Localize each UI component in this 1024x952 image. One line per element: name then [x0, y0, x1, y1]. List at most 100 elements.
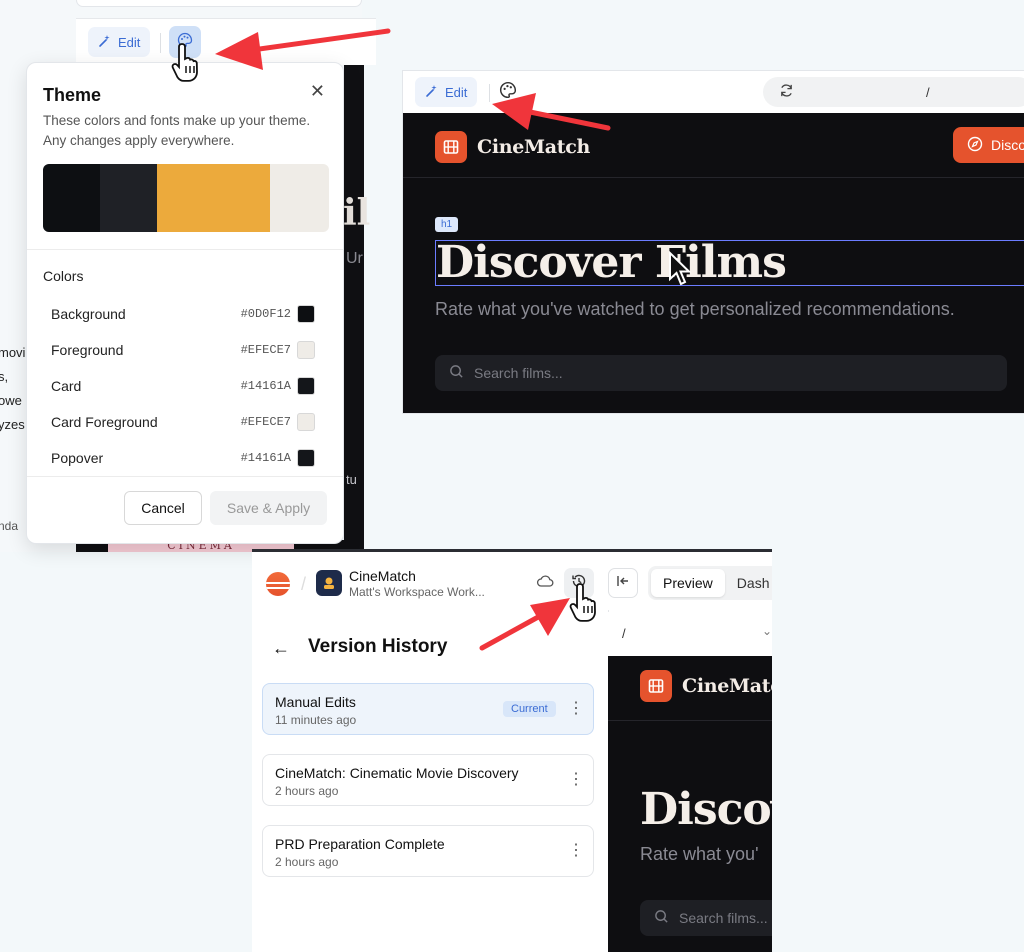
brand-name: CineMatch: [477, 136, 591, 158]
mouse-pointer-icon: [669, 251, 692, 286]
app-preview: CineMatch Discov Rate what you' Search f…: [608, 656, 772, 952]
toolbar-divider: [160, 33, 161, 53]
wand-icon: [98, 34, 112, 51]
compass-icon: [967, 136, 983, 155]
theme-popover: Theme ✕ These colors and fonts make up y…: [26, 62, 344, 544]
color-label: Popover: [51, 450, 104, 466]
version-title: Manual Edits: [275, 694, 356, 710]
version-card[interactable]: CineMatch: Cinematic Movie Discovery 2 h…: [262, 754, 594, 806]
url-path: /: [622, 626, 626, 641]
colors-heading: Colors: [43, 268, 84, 284]
url-bar[interactable]: / ⌄: [608, 612, 772, 656]
bg-text-fragment: tu: [346, 472, 357, 487]
search-placeholder: Search films...: [474, 365, 563, 381]
close-icon[interactable]: ✕: [310, 81, 325, 102]
search-placeholder: Search films...: [679, 910, 768, 926]
color-label: Card Foreground: [51, 414, 158, 430]
wand-icon: [425, 84, 439, 101]
page-heading[interactable]: Discover Films: [436, 237, 787, 288]
search-input[interactable]: Search films...: [435, 355, 1007, 391]
logo-stripe: [266, 582, 290, 584]
brand[interactable]: CineMatch: [640, 670, 772, 702]
app-logo-icon[interactable]: [266, 572, 290, 596]
color-row-card-foreground[interactable]: Card Foreground #EFECE7: [51, 410, 315, 434]
version-history-screenshot: / CineMatch Matt's Workspace Work... Pre…: [252, 552, 772, 952]
color-hex: #EFECE7: [240, 343, 291, 357]
version-time: 2 hours ago: [275, 855, 339, 869]
tab-preview[interactable]: Preview: [651, 569, 725, 597]
search-icon: [449, 364, 464, 382]
theme-description: These colors and fonts make up your them…: [43, 113, 311, 148]
bg-text-fragment: movi: [0, 345, 26, 360]
workspace-name: Matt's Workspace Work...: [349, 585, 485, 599]
more-options-icon[interactable]: ⋮: [568, 769, 584, 789]
color-row-popover[interactable]: Popover #14161A: [51, 446, 315, 470]
film-icon: [640, 670, 672, 702]
page-subtitle: Rate what you': [640, 844, 759, 864]
divider: [608, 720, 772, 721]
url-bar[interactable]: /: [763, 77, 1024, 107]
discover-label: Disco: [991, 137, 1024, 153]
color-row-background[interactable]: Background #0D0F12: [51, 302, 315, 326]
bg-text-fragment: nda: [0, 519, 19, 533]
color-chip[interactable]: [297, 413, 315, 431]
divider: [27, 249, 343, 250]
discover-button[interactable]: Disco: [953, 127, 1024, 163]
collapse-left-icon: [616, 574, 630, 593]
brand-name: CineMatch: [682, 675, 772, 697]
version-card[interactable]: Manual Edits 11 minutes ago Current ⋮: [262, 683, 594, 735]
color-label: Foreground: [51, 342, 124, 358]
color-label: Background: [51, 306, 126, 322]
version-card[interactable]: PRD Preparation Complete 2 hours ago ⋮: [262, 825, 594, 877]
view-tabs: Preview Dash: [648, 566, 772, 600]
theme-swatch-strip[interactable]: [43, 164, 329, 232]
edit-button[interactable]: Edit: [88, 27, 151, 57]
edit-label: Edit: [118, 34, 141, 50]
bg-text-fragment: s,: [0, 369, 9, 384]
more-options-icon[interactable]: ⋮: [568, 698, 584, 718]
hand-pointer-icon: [171, 43, 198, 82]
tab-dashboard[interactable]: Dash: [725, 569, 772, 597]
divider: [27, 476, 343, 477]
film-icon: [435, 131, 467, 163]
version-title: PRD Preparation Complete: [275, 836, 445, 852]
save-apply-button[interactable]: Save & Apply: [210, 491, 327, 525]
preview-screenshot: Edit / CineMatch Disco h1 Discover Films…: [402, 70, 1024, 414]
divider: [403, 177, 1024, 178]
bg-text-fragment: Ur: [346, 250, 363, 267]
project-name[interactable]: CineMatch: [349, 568, 416, 584]
swatch-accent: [157, 164, 270, 232]
bg-text-fragment: yzes: [0, 417, 25, 432]
color-chip[interactable]: [297, 449, 315, 467]
brand[interactable]: CineMatch: [435, 131, 590, 163]
app-preview: CineMatch Disco h1 Discover Films Rate w…: [403, 113, 1024, 413]
more-options-icon[interactable]: ⋮: [568, 840, 584, 860]
color-hex: #14161A: [240, 379, 291, 393]
color-row-foreground[interactable]: Foreground #EFECE7: [51, 338, 315, 362]
color-chip[interactable]: [297, 341, 315, 359]
chevron-down-icon[interactable]: ⌄: [762, 624, 772, 638]
color-label: Card: [51, 378, 82, 394]
version-title: CineMatch: Cinematic Movie Discovery: [275, 765, 519, 781]
cancel-button[interactable]: Cancel: [124, 491, 202, 525]
color-chip[interactable]: [297, 377, 315, 395]
color-chip[interactable]: [297, 305, 315, 323]
edit-button[interactable]: Edit: [415, 77, 478, 107]
color-row-card[interactable]: Card #14161A: [51, 374, 315, 398]
toolbar-divider: [489, 84, 490, 102]
project-avatar-icon: [316, 570, 342, 596]
collapse-panel-button[interactable]: [608, 568, 638, 598]
back-arrow-icon[interactable]: ←: [272, 638, 290, 659]
swatch-background: [43, 164, 100, 232]
color-hex: #0D0F12: [240, 307, 291, 321]
theme-title: Theme: [43, 85, 102, 105]
version-history-title: Version History: [308, 636, 448, 657]
version-time: 11 minutes ago: [275, 713, 357, 727]
search-input[interactable]: Search films...: [640, 900, 772, 936]
swatch-foreground: [270, 164, 329, 232]
refresh-icon[interactable]: [779, 83, 794, 101]
version-time: 2 hours ago: [275, 784, 339, 798]
cloud-icon[interactable]: [536, 574, 554, 593]
palette-icon[interactable]: [499, 81, 517, 104]
swatch-card: [100, 164, 157, 232]
